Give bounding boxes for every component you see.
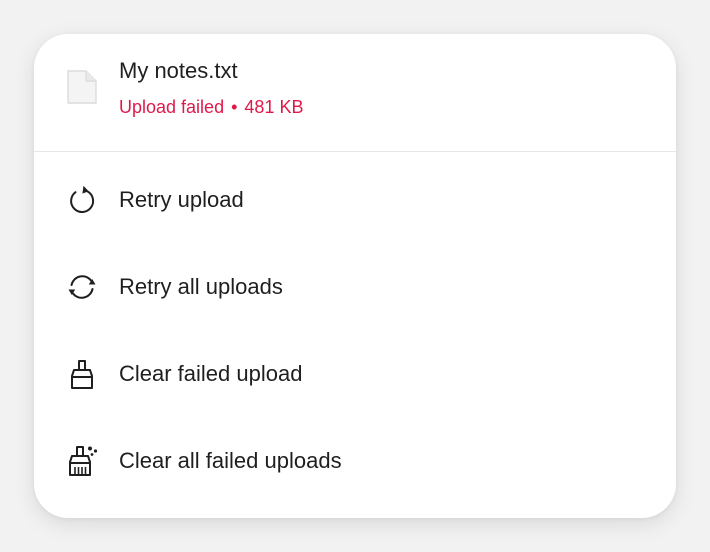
brush-icon: [65, 357, 99, 391]
file-status: Upload failed • 481 KB: [119, 94, 303, 120]
retry-upload-item[interactable]: Retry upload: [34, 166, 676, 236]
file-header: My notes.txt Upload failed • 481 KB: [34, 34, 676, 151]
retry-all-uploads-label: Retry all uploads: [119, 274, 283, 299]
clear-failed-upload-label: Clear failed upload: [119, 361, 303, 386]
retry-all-uploads-item[interactable]: Retry all uploads: [34, 253, 676, 323]
file-name: My notes.txt: [119, 58, 238, 83]
broom-sparkle-icon: [65, 444, 99, 478]
upload-context-menu: My notes.txt Upload failed • 481 KB Retr…: [34, 34, 676, 518]
divider: [34, 151, 676, 152]
clear-all-failed-uploads-label: Clear all failed uploads: [119, 448, 342, 473]
upload-status-text: Upload failed: [119, 97, 225, 117]
retry-icon: [65, 183, 99, 217]
file-size: 481 KB: [244, 97, 304, 117]
clear-all-failed-uploads-item[interactable]: Clear all failed uploads: [34, 427, 676, 497]
clear-failed-upload-item[interactable]: Clear failed upload: [34, 340, 676, 410]
status-separator: •: [231, 97, 238, 117]
retry-upload-label: Retry upload: [119, 187, 244, 212]
document-icon: [64, 69, 100, 105]
sync-icon: [65, 270, 99, 304]
